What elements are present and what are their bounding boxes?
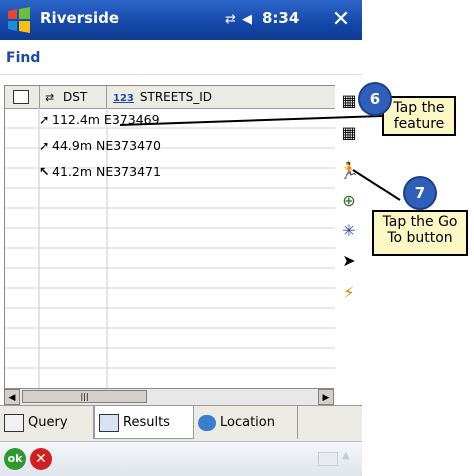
query-icon: [4, 413, 24, 432]
table-tool-icon[interactable]: ▦: [337, 121, 361, 145]
tab-results-label: Results: [123, 415, 170, 430]
dst-column-header[interactable]: ⇄ DST: [39, 86, 107, 108]
row-3-value: 41.2m NE373471: [52, 164, 161, 179]
streets-id-header-label: STREETS_ID: [139, 90, 213, 104]
tab-query[interactable]: Query: [0, 406, 94, 439]
results-grid[interactable]: ⇄ DST 123 STREETS_ID ➚ 112.4m E373469 ➚ 44…: [4, 85, 335, 389]
dst-header-label: DST: [63, 90, 88, 104]
list-tool-icon[interactable]: ▦: [337, 89, 361, 113]
callout-7-line1: Tap the Go: [382, 214, 458, 230]
flash-feature-icon[interactable]: ✳: [337, 219, 361, 243]
row-2-value: 44.9m NE373470: [52, 138, 161, 153]
connectivity-volume-icons[interactable]: ⇄ ◀︎: [225, 12, 253, 27]
streets-id-column-header[interactable]: 123 STREETS_ID: [107, 86, 335, 108]
zoom-feature-icon[interactable]: ⊕: [337, 189, 361, 213]
callout-6-line1: Tap the: [393, 100, 445, 116]
lightning-icon[interactable]: ⚡: [337, 281, 361, 305]
find-menu-label[interactable]: Find: [6, 50, 40, 66]
grid-header: ⇄ DST 123 STREETS_ID: [5, 86, 335, 109]
callout-6-line2: feature: [393, 116, 445, 132]
table-row[interactable]: ↖ 41.2m NE373471: [5, 162, 335, 182]
title-bar: Riverside ⇄ ◀︎ 8:34 ✕: [0, 0, 362, 40]
table-row[interactable]: ➚ 44.9m NE373470: [5, 136, 335, 156]
go-to-icon[interactable]: 🏃: [337, 159, 361, 183]
cancel-button[interactable]: ✕: [30, 448, 52, 470]
tab-results[interactable]: Results: [94, 406, 194, 439]
ok-button[interactable]: ok: [4, 448, 26, 470]
windows-logo-icon[interactable]: [6, 7, 32, 33]
tab-bar: Query Results Location: [0, 405, 362, 442]
scroll-left-button[interactable]: ◀: [4, 389, 20, 405]
distance-icon: ⇄: [45, 91, 55, 104]
input-menu-arrow-icon[interactable]: ▲: [342, 450, 350, 461]
scroll-right-button[interactable]: ▶: [318, 389, 334, 405]
row-1-value: 112.4m E373469: [52, 112, 160, 127]
right-toolbar: ▦ ▦ 🏃 ⊕ ✳ ➤ ⚡: [336, 85, 362, 405]
row-header-cell[interactable]: [5, 86, 40, 108]
app-title: Riverside: [40, 9, 120, 27]
clock[interactable]: 8:34: [262, 9, 299, 27]
results-icon: [99, 413, 119, 432]
callout-7-line2: To button: [387, 230, 453, 246]
callout-tap-go-to: Tap the Go To button: [372, 210, 468, 256]
tab-query-label: Query: [28, 415, 68, 430]
row-3-direction-icon: ↖: [39, 164, 50, 179]
tab-location-label: Location: [220, 415, 275, 430]
select-pointer-icon[interactable]: ➤: [337, 249, 361, 273]
table-row[interactable]: ➚ 112.4m E373469: [5, 110, 335, 130]
close-button[interactable]: ✕: [328, 8, 354, 32]
step-6-badge: 6: [360, 84, 390, 114]
horizontal-scrollbar[interactable]: ◀ ||| ▶: [4, 388, 334, 405]
row-2-direction-icon: ➚: [39, 138, 50, 153]
row-1-direction-icon: ➚: [39, 112, 50, 127]
location-icon: [198, 414, 216, 431]
bottom-bar: ok ✕ ▲: [0, 441, 362, 476]
table-icon: [13, 90, 29, 104]
numeric-type-badge: 123: [113, 93, 134, 104]
scroll-thumb[interactable]: |||: [22, 390, 147, 403]
step-7-badge: 7: [405, 178, 435, 208]
keyboard-icon[interactable]: [318, 452, 338, 466]
menu-row: Find: [0, 40, 362, 75]
callout-tap-feature: Tap the feature: [382, 96, 456, 136]
tab-location[interactable]: Location: [194, 406, 298, 439]
